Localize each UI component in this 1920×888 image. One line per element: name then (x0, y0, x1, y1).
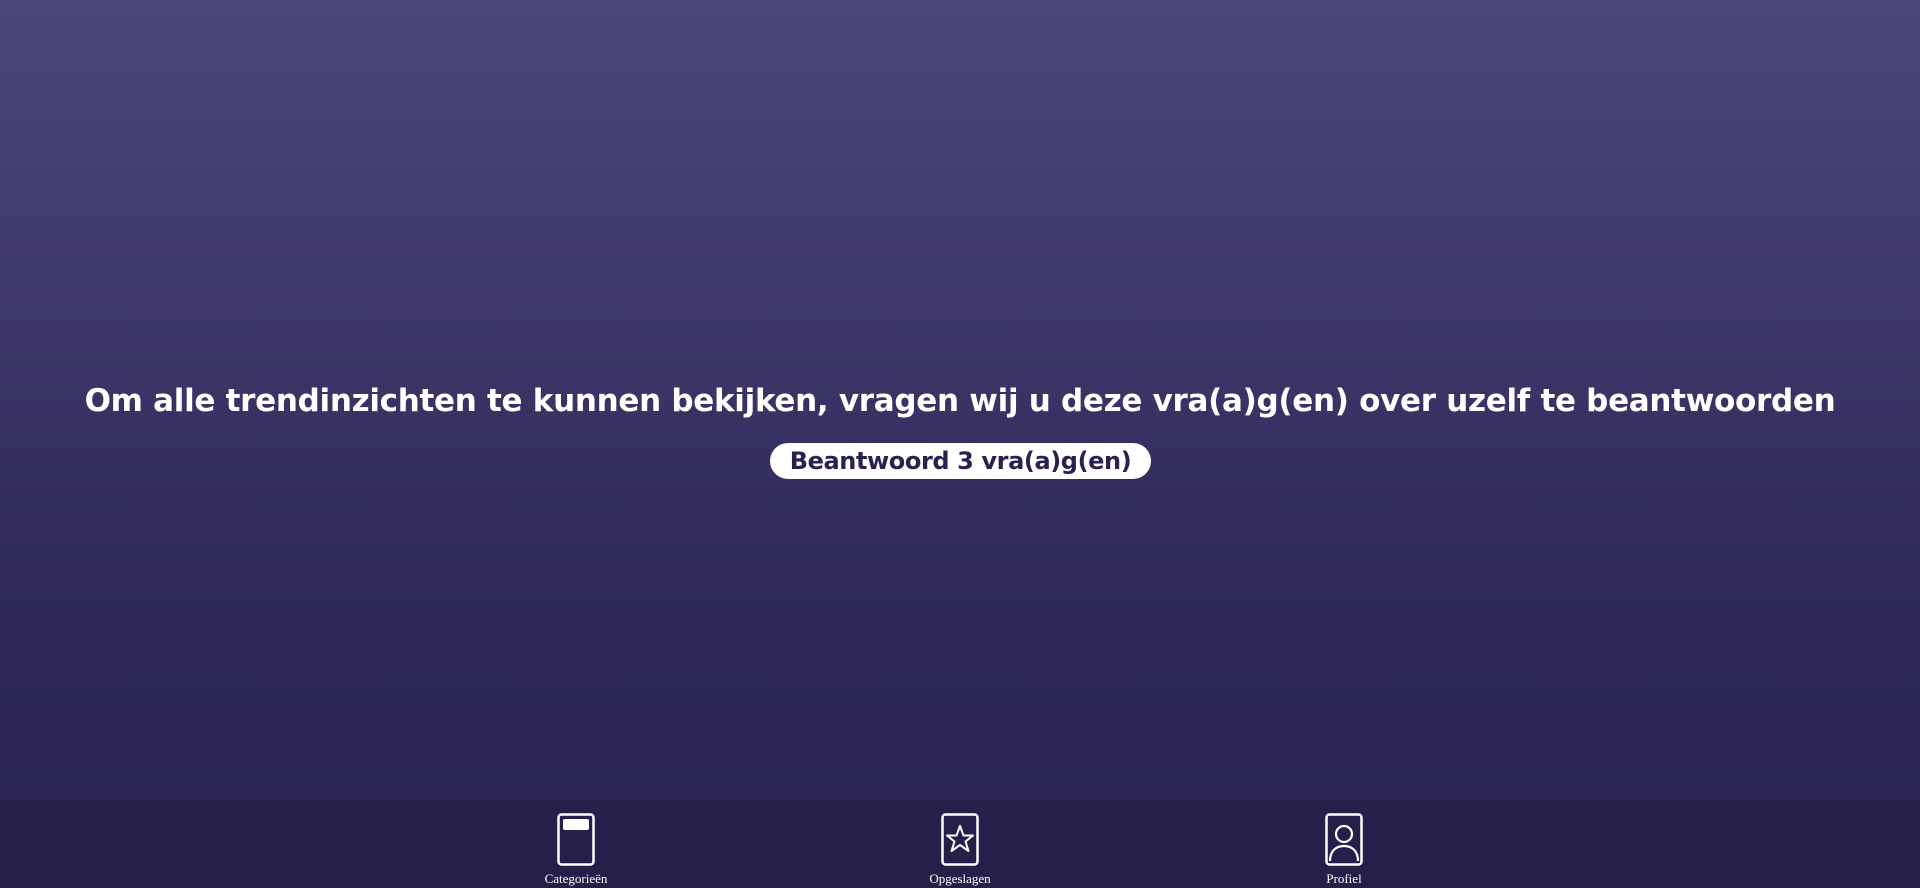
nav-item-categories[interactable]: Categorieën (496, 813, 656, 888)
nav-label-saved: Opgeslagen (929, 871, 991, 886)
answer-questions-button[interactable]: Beantwoord 3 vra(a)g(en) (770, 443, 1151, 479)
nav-label-categories: Categorieën (544, 871, 608, 886)
main-content: Om alle trendinzichten te kunnen bekijke… (0, 0, 1920, 800)
category-card-icon (557, 813, 595, 866)
nav-label-profile: Profiel (1326, 871, 1362, 886)
profile-card-icon (1325, 813, 1363, 866)
prompt-title: Om alle trendinzichten te kunnen bekijke… (84, 383, 1836, 419)
nav-item-profile[interactable]: Profiel (1264, 813, 1424, 888)
star-card-icon (941, 813, 979, 866)
nav-item-saved[interactable]: Opgeslagen (880, 813, 1040, 888)
bottom-navigation: Categorieën Opgeslagen Profiel (0, 800, 1920, 888)
